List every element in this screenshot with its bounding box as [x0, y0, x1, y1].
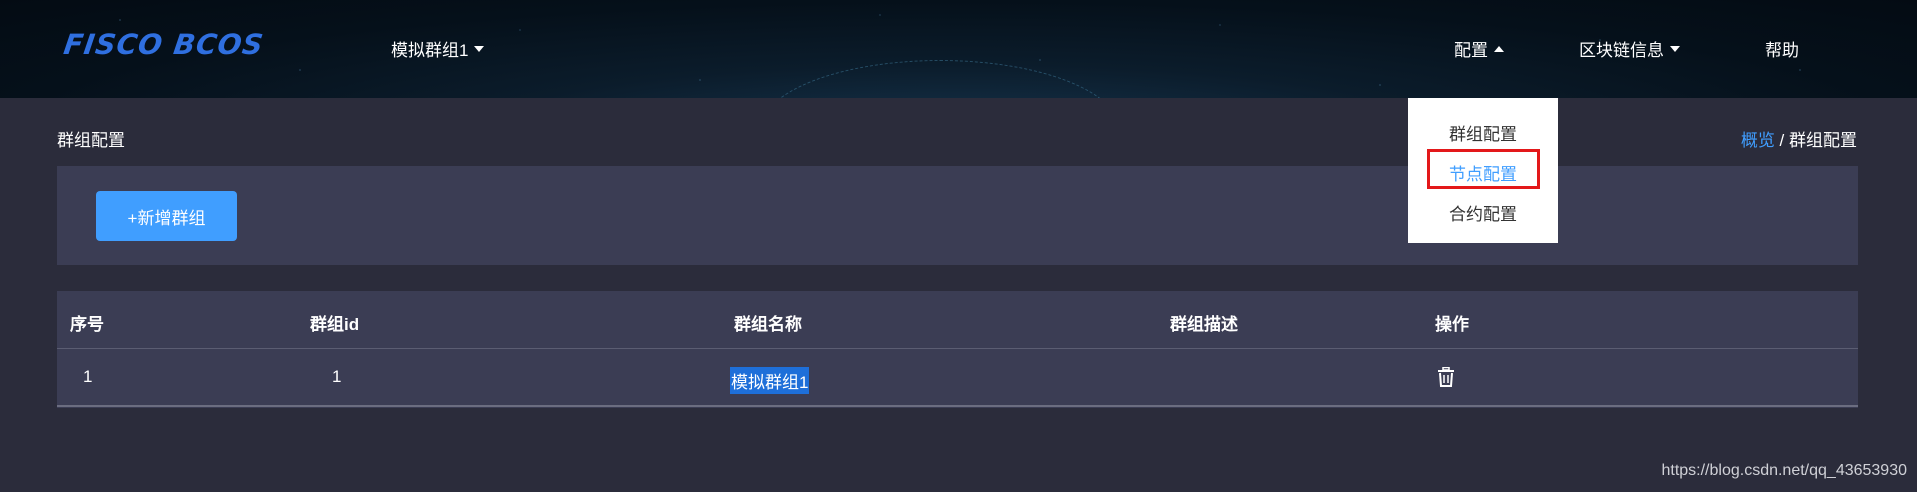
config-dropdown-menu: 群组配置 节点配置 合约配置 [1408, 98, 1558, 243]
trash-icon[interactable] [1437, 367, 1455, 387]
group-table: 序号 群组id 群组名称 群组描述 操作 1 1 模拟群组1 [57, 291, 1858, 408]
top-navbar: FISCO BCOS 模拟群组1 配置 区块链信息 帮助 [0, 0, 1917, 98]
chevron-up-icon [1494, 45, 1504, 52]
nav-chain-info-label: 区块链信息 [1579, 41, 1664, 60]
fisco-bcos-logo[interactable]: FISCO BCOS [62, 28, 266, 61]
page-title: 群组配置 [57, 131, 125, 150]
add-group-button[interactable]: +新增群组 [96, 191, 237, 241]
nav-help[interactable]: 帮助 [1765, 36, 1799, 61]
group-selector[interactable]: 模拟群组1 [391, 36, 485, 61]
cell-index: 1 [83, 367, 93, 386]
column-header-group-name: 群组名称 [734, 315, 802, 334]
chevron-down-icon [474, 45, 485, 52]
column-header-group-description: 群组描述 [1170, 315, 1238, 334]
breadcrumb: 概览 / 群组配置 [1741, 126, 1857, 151]
column-header-actions: 操作 [1435, 315, 1469, 334]
table-row[interactable]: 1 1 模拟群组1 [57, 349, 1858, 407]
column-header-index: 序号 [70, 315, 104, 334]
group-selector-label: 模拟群组1 [391, 41, 469, 60]
nav-config-menu[interactable]: 配置 [1454, 36, 1504, 61]
chevron-down-icon [1670, 45, 1680, 52]
nav-config-label: 配置 [1454, 41, 1488, 60]
column-header-group-id: 群组id [310, 315, 360, 334]
cell-group-id: 1 [332, 367, 342, 386]
table-header: 序号 群组id 群组名称 群组描述 操作 [57, 291, 1858, 349]
breadcrumb-current: 群组配置 [1789, 131, 1857, 150]
menu-item-contract-config[interactable]: 合约配置 [1408, 200, 1558, 225]
menu-item-group-config[interactable]: 群组配置 [1408, 120, 1558, 145]
cell-group-name: 模拟群组1 [730, 367, 810, 394]
watermark-text: https://blog.csdn.net/qq_43653930 [1661, 462, 1907, 479]
nav-chain-info-menu[interactable]: 区块链信息 [1579, 36, 1680, 61]
breadcrumb-home-link[interactable]: 概览 [1741, 131, 1775, 150]
toolbar-panel: +新增群组 [57, 166, 1858, 265]
nav-help-label: 帮助 [1765, 41, 1799, 60]
annotation-highlight-box [1427, 149, 1540, 189]
breadcrumb-separator: / [1774, 131, 1789, 150]
